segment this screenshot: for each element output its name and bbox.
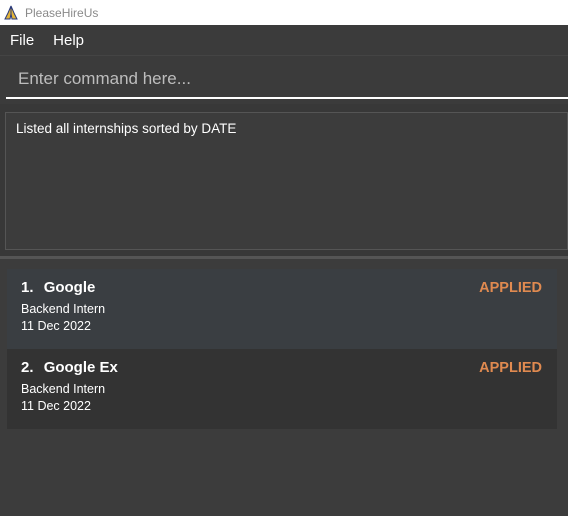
status-badge: APPLIED [479, 280, 542, 296]
card-date: 11 Dec 2022 [21, 319, 91, 333]
card-index: 2. [21, 359, 34, 376]
window-titlebar: PleaseHireUs [0, 0, 568, 25]
card-date: 11 Dec 2022 [21, 399, 91, 413]
card-index: 1. [21, 279, 34, 296]
card-role: Backend Intern [21, 302, 106, 316]
window-title: PleaseHireUs [25, 5, 99, 20]
command-input[interactable] [6, 60, 568, 97]
card-company: Google [43, 279, 96, 296]
result-message: Listed all internships sorted by DATE [16, 121, 237, 136]
internship-card[interactable]: 1. Google Backend Intern 11 Dec 2022 APP… [7, 269, 557, 349]
menu-file[interactable]: File [0, 32, 43, 49]
card-role: Backend Intern [21, 382, 106, 396]
status-badge: APPLIED [479, 360, 542, 376]
card-title: 1. Google [21, 279, 543, 296]
praying-hands-icon [2, 4, 20, 22]
menu-help[interactable]: Help [43, 32, 93, 49]
command-box [6, 60, 568, 99]
result-display[interactable]: Listed all internships sorted by DATE [5, 112, 568, 250]
card-company: Google Ex [43, 359, 118, 376]
internship-card[interactable]: 2. Google Ex Backend Intern 11 Dec 2022 … [7, 349, 557, 429]
result-pane: Listed all internships sorted by DATE [0, 104, 568, 256]
internship-list: 1. Google Backend Intern 11 Dec 2022 APP… [0, 259, 568, 516]
menu-bar: File Help [0, 25, 568, 56]
card-title: 2. Google Ex [21, 359, 543, 376]
